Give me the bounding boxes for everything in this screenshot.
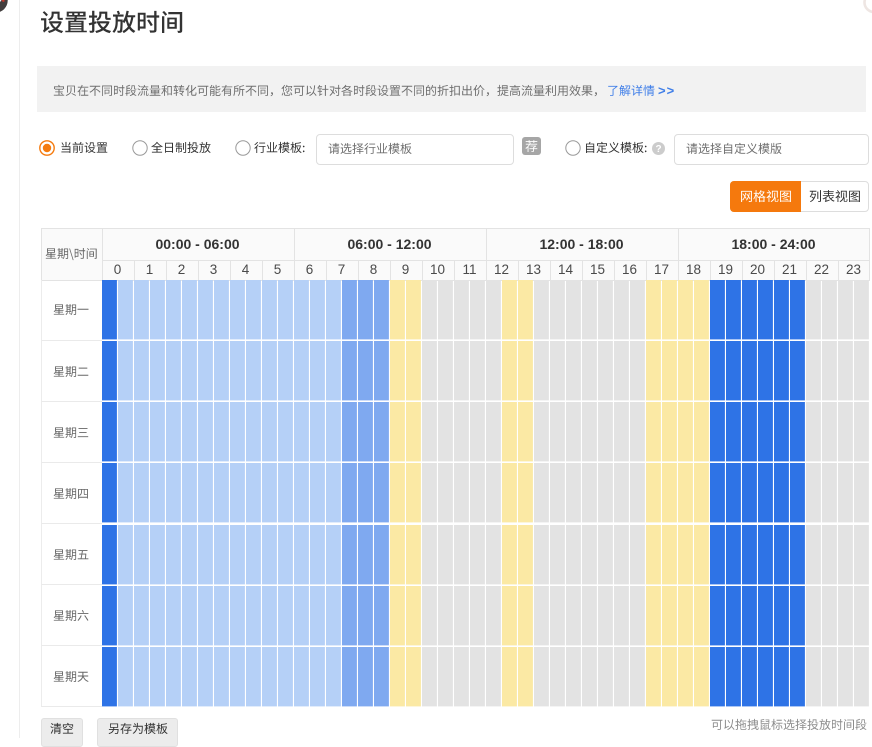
svg-text:?: ? bbox=[655, 143, 661, 154]
